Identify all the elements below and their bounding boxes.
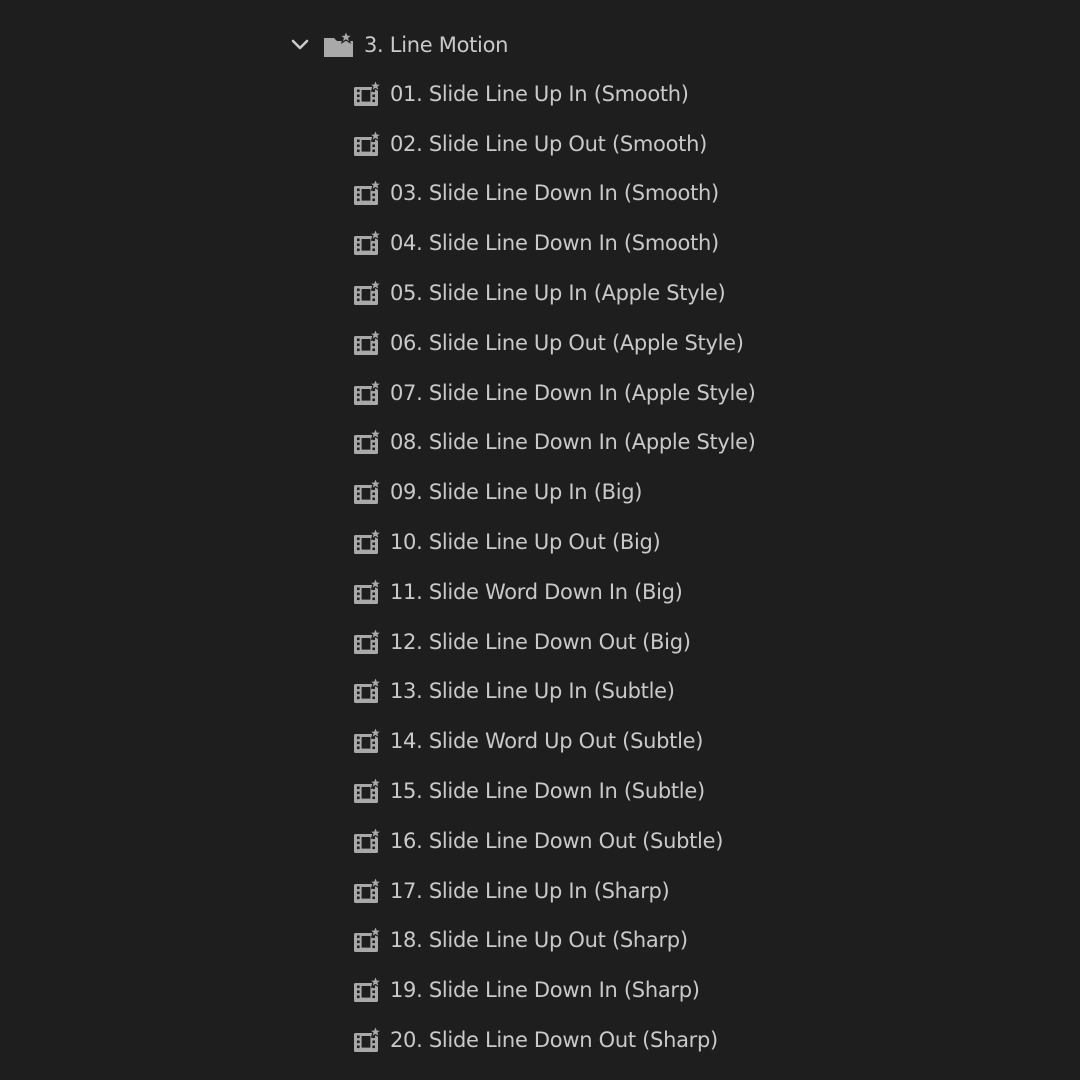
template-item-label: 12. Slide Line Down Out (Big) — [390, 629, 691, 654]
folder-star-icon — [322, 29, 356, 60]
template-item-label: 03. Slide Line Down In (Smooth) — [390, 181, 719, 206]
chevron-down-icon[interactable] — [286, 31, 314, 59]
motion-graphics-template-icon — [352, 277, 384, 308]
template-item-label: 18. Slide Line Up Out (Sharp) — [390, 928, 688, 953]
template-item[interactable]: 09. Slide Line Up In (Big) — [352, 467, 1052, 517]
project-tree-panel: 3. Line Motion 01. Slide Line Up In (Smo… — [0, 0, 1080, 1080]
template-item[interactable]: 13. Slide Line Up In (Subtle) — [352, 667, 1052, 717]
motion-graphics-template-icon — [352, 825, 384, 856]
folder-row-line-motion[interactable]: 3. Line Motion — [286, 25, 508, 65]
motion-graphics-template-icon — [352, 377, 384, 408]
motion-graphics-template-icon — [352, 78, 384, 109]
motion-graphics-template-icon — [352, 675, 384, 706]
template-item[interactable]: 05. Slide Line Up In (Apple Style) — [352, 268, 1052, 318]
template-item[interactable]: 14. Slide Word Up Out (Subtle) — [352, 716, 1052, 766]
template-item[interactable]: 16. Slide Line Down Out (Subtle) — [352, 816, 1052, 866]
template-item-label: 01. Slide Line Up In (Smooth) — [390, 81, 689, 106]
folder-label: 3. Line Motion — [364, 33, 509, 57]
template-list: 01. Slide Line Up In (Smooth) 02. Slide … — [352, 69, 1052, 1065]
motion-graphics-template-icon — [352, 725, 384, 756]
motion-graphics-template-icon — [352, 476, 384, 507]
template-item[interactable]: 17. Slide Line Up In (Sharp) — [352, 866, 1052, 916]
motion-graphics-template-icon — [352, 626, 384, 657]
template-item[interactable]: 11. Slide Word Down In (Big) — [352, 567, 1052, 617]
template-item[interactable]: 08. Slide Line Down In (Apple Style) — [352, 418, 1052, 468]
template-item-label: 19. Slide Line Down In (Sharp) — [390, 978, 700, 1003]
motion-graphics-template-icon — [352, 327, 384, 358]
template-item-label: 08. Slide Line Down In (Apple Style) — [390, 430, 756, 455]
template-item-label: 15. Slide Line Down In (Subtle) — [390, 779, 705, 804]
template-item[interactable]: 02. Slide Line Up Out (Smooth) — [352, 119, 1052, 169]
template-item[interactable]: 18. Slide Line Up Out (Sharp) — [352, 916, 1052, 966]
template-item-label: 09. Slide Line Up In (Big) — [390, 480, 643, 505]
motion-graphics-template-icon — [352, 1024, 384, 1055]
template-item-label: 05. Slide Line Up In (Apple Style) — [390, 281, 726, 306]
template-item-label: 13. Slide Line Up In (Subtle) — [390, 679, 675, 704]
template-item[interactable]: 15. Slide Line Down In (Subtle) — [352, 766, 1052, 816]
motion-graphics-template-icon — [352, 576, 384, 607]
template-item-label: 14. Slide Word Up Out (Subtle) — [390, 729, 704, 754]
template-item[interactable]: 20. Slide Line Down Out (Sharp) — [352, 1015, 1052, 1065]
template-item-label: 06. Slide Line Up Out (Apple Style) — [390, 330, 744, 355]
motion-graphics-template-icon — [352, 924, 384, 955]
template-item[interactable]: 19. Slide Line Down In (Sharp) — [352, 965, 1052, 1015]
motion-graphics-template-icon — [352, 775, 384, 806]
template-item[interactable]: 01. Slide Line Up In (Smooth) — [352, 69, 1052, 119]
motion-graphics-template-icon — [352, 526, 384, 557]
template-item-label: 07. Slide Line Down In (Apple Style) — [390, 380, 756, 405]
template-item-label: 10. Slide Line Up Out (Big) — [390, 530, 661, 555]
template-item[interactable]: 06. Slide Line Up Out (Apple Style) — [352, 318, 1052, 368]
template-item[interactable]: 10. Slide Line Up Out (Big) — [352, 517, 1052, 567]
template-item-label: 16. Slide Line Down Out (Subtle) — [390, 828, 724, 853]
template-item-label: 20. Slide Line Down Out (Sharp) — [390, 1028, 718, 1053]
template-item[interactable]: 07. Slide Line Down In (Apple Style) — [352, 368, 1052, 418]
template-item[interactable]: 04. Slide Line Down In (Smooth) — [352, 218, 1052, 268]
template-item[interactable]: 12. Slide Line Down Out (Big) — [352, 617, 1052, 667]
template-item-label: 02. Slide Line Up Out (Smooth) — [390, 131, 707, 156]
template-item[interactable]: 03. Slide Line Down In (Smooth) — [352, 169, 1052, 219]
motion-graphics-template-icon — [352, 177, 384, 208]
template-item-label: 04. Slide Line Down In (Smooth) — [390, 231, 719, 256]
motion-graphics-template-icon — [352, 128, 384, 159]
template-item-label: 11. Slide Word Down In (Big) — [390, 579, 683, 604]
motion-graphics-template-icon — [352, 227, 384, 258]
motion-graphics-template-icon — [352, 875, 384, 906]
template-item-label: 17. Slide Line Up In (Sharp) — [390, 878, 670, 903]
motion-graphics-template-icon — [352, 974, 384, 1005]
motion-graphics-template-icon — [352, 426, 384, 457]
